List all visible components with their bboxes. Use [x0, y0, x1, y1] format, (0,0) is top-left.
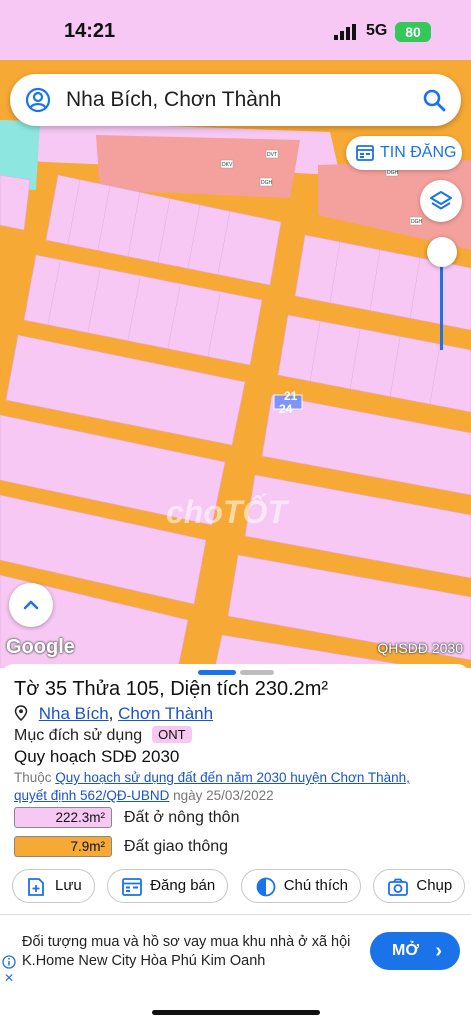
- capture-button[interactable]: Chụp: [373, 869, 466, 903]
- sheet-handle[interactable]: [198, 670, 236, 675]
- account-circle-icon[interactable]: [24, 86, 52, 114]
- decision-date: ngày 25/03/2022: [173, 788, 274, 803]
- legend-swatch-value: 222.3m²: [14, 807, 112, 828]
- google-logo: Google: [6, 636, 75, 658]
- screen: DKV DVT DGH DGH DGH 21 24 choTỐT 14:21 5G 80…: [0, 0, 471, 1024]
- search-bar[interactable]: Nha Bích, Chơn Thành: [10, 74, 461, 126]
- decision-link[interactable]: quyết định 562/QĐ-UBND: [14, 788, 169, 803]
- plan-title: Quy hoạch SDĐ 2030: [14, 747, 180, 766]
- action-chips: Lưu Đăng bán Chú thích Chụp: [12, 869, 471, 905]
- purpose-label: Mục đích sử dụng: [14, 727, 143, 744]
- building-label: DVT: [267, 152, 277, 158]
- status-bar: 14:21 5G 80: [0, 0, 471, 58]
- parcel-label: 24: [279, 402, 293, 416]
- save-button-label: Lưu: [55, 877, 82, 894]
- info-icon[interactable]: [2, 955, 16, 969]
- purpose-badge: ONT: [152, 726, 192, 743]
- layers-icon: [430, 191, 452, 210]
- building-label: DGH: [411, 219, 423, 225]
- legend-item: 7.9m² Đất giao thông: [14, 836, 228, 860]
- plan-link[interactable]: Quy hoạch sử dụng đất đến năm 2030 huyện…: [55, 770, 410, 785]
- listings-button[interactable]: TIN ĐĂNG: [346, 136, 462, 170]
- ad-banner[interactable]: Đối tượng mua và hồ sơ vay mua khu nhà ở…: [0, 914, 471, 986]
- parcel-sheet: Tờ 35 Thửa 105, Diện tích 230.2m² Nha Bí…: [0, 664, 471, 914]
- ad-text: Đối tượng mua và hồ sơ vay mua khu nhà ở…: [22, 934, 351, 969]
- legend-name: Đất ở nông thôn: [124, 808, 240, 826]
- network-type: 5G: [366, 22, 388, 39]
- legend-swatch-value: 7.9m²: [14, 836, 112, 857]
- building-label: DGH: [387, 170, 399, 176]
- sell-button[interactable]: Đăng bán: [107, 869, 229, 903]
- location-separator: ,: [108, 704, 114, 723]
- parcel-label: 21: [284, 389, 298, 403]
- parcel-title: Tờ 35 Thửa 105, Diện tích 230.2m²: [14, 678, 329, 700]
- legend-button[interactable]: Chú thích: [240, 869, 361, 903]
- listings-button-label: TIN ĐĂNG: [380, 144, 457, 161]
- legend-button-label: Chú thích: [283, 877, 348, 894]
- sheet-handle[interactable]: [240, 670, 274, 675]
- commune-link[interactable]: Nha Bích: [39, 704, 109, 723]
- status-time: 14:21: [64, 20, 116, 42]
- chevron-right-icon: ›: [435, 940, 442, 962]
- chevron-up-icon: [23, 600, 39, 610]
- parcel-location: Nha Bích, Chơn Thành: [14, 704, 213, 724]
- listing-icon: [122, 878, 143, 896]
- signal-icon: [334, 24, 356, 40]
- search-input[interactable]: Nha Bích, Chơn Thành: [66, 88, 281, 112]
- listing-icon: [356, 145, 374, 161]
- close-icon[interactable]: ✕: [4, 971, 14, 985]
- layer-tag: QHSDĐ 2030: [377, 640, 463, 656]
- legend-item: 222.3m² Đất ở nông thôn: [14, 807, 239, 831]
- expand-button[interactable]: [9, 583, 53, 627]
- building-label: DGH: [261, 180, 273, 186]
- layers-button[interactable]: [420, 180, 462, 222]
- building-label: DKV: [222, 162, 233, 168]
- capture-button-label: Chụp: [416, 877, 453, 894]
- home-indicator[interactable]: [152, 1010, 320, 1015]
- camera-icon: [388, 878, 409, 896]
- sell-button-label: Đăng bán: [150, 877, 216, 894]
- ad-open-label: MỞ: [392, 942, 419, 959]
- watermark: choTỐT: [166, 494, 287, 530]
- opacity-slider-handle[interactable]: [427, 237, 457, 267]
- battery-icon: 80: [395, 22, 431, 42]
- search-icon[interactable]: [421, 87, 447, 113]
- purpose-row: Mục đích sử dụng ONT: [14, 726, 192, 745]
- belongs-prefix: Thuộc: [14, 770, 52, 785]
- contrast-icon: [256, 877, 276, 897]
- location-pin-icon: [14, 705, 28, 721]
- plan-source: Thuộc Quy hoạch sử dụng đất đến năm 2030…: [14, 769, 464, 805]
- save-button[interactable]: Lưu: [12, 869, 95, 903]
- bookmark-add-icon: [28, 878, 44, 896]
- legend-name: Đất giao thông: [124, 837, 229, 855]
- district-link[interactable]: Chơn Thành: [118, 704, 213, 723]
- ad-open-button[interactable]: MỞ ›: [370, 932, 460, 970]
